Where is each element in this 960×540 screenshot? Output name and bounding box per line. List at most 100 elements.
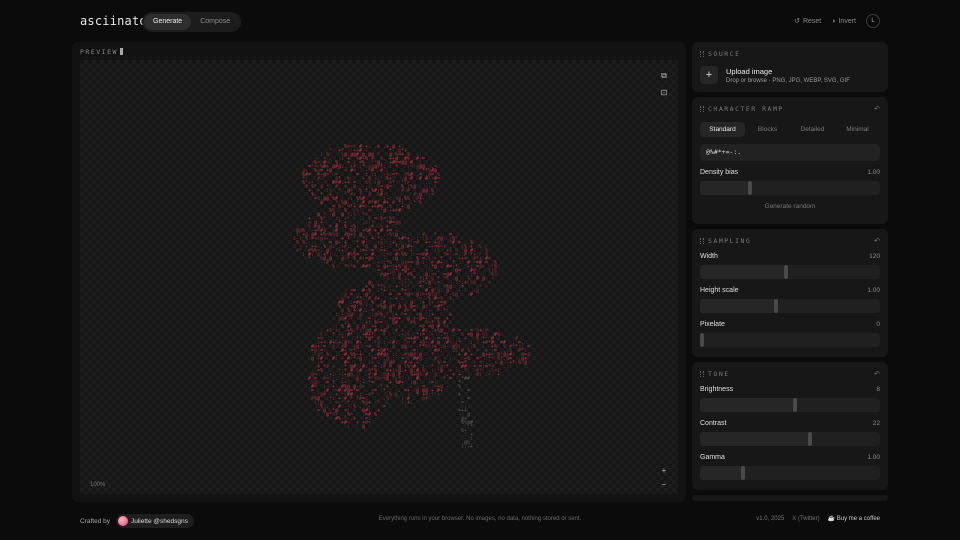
slider-thumb[interactable] <box>807 432 812 446</box>
svg-text:@: @ <box>470 332 473 338</box>
svg-text:#: # <box>407 188 410 194</box>
height-row: Height scale 1.00 <box>700 287 880 294</box>
preview-canvas[interactable]: % + =: # +.. +. + - @ + * + * + + # - * - @ * +:%% @: @ @ # @ @ @ * @%… <box>80 60 678 494</box>
svg-text::: : <box>395 352 398 358</box>
drag-handle-icon[interactable] <box>700 238 704 244</box>
reset-section-icon[interactable]: ↶ <box>874 370 880 378</box>
generate-random-button[interactable]: Generate random <box>700 203 880 210</box>
svg-text:*: * <box>350 332 353 338</box>
twitter-link[interactable]: X (Twitter) <box>792 516 819 522</box>
svg-text:#: # <box>467 376 470 382</box>
user-avatar[interactable]: L <box>866 14 880 28</box>
svg-text:=: = <box>368 420 371 426</box>
invert-button[interactable]: ◑ Invert <box>831 18 856 25</box>
svg-text:@: @ <box>398 220 401 226</box>
svg-text:@: @ <box>455 292 458 298</box>
svg-text:=: = <box>476 348 479 354</box>
svg-text::: : <box>479 372 482 378</box>
slider-thumb[interactable] <box>741 466 746 480</box>
svg-text:*: * <box>347 256 350 262</box>
svg-text:=: = <box>431 192 434 198</box>
svg-text:+: + <box>449 312 452 318</box>
svg-text:@: @ <box>368 192 371 198</box>
brightness-label: Brightness <box>700 386 734 393</box>
drag-handle-icon[interactable] <box>700 106 704 112</box>
density-row: Density bias 1.00 <box>700 169 880 176</box>
width-row: Width 120 <box>700 253 880 260</box>
invert-icon: ◑ <box>831 17 836 25</box>
tab-standard[interactable]: Standard <box>700 122 745 137</box>
svg-text:.: . <box>347 244 350 250</box>
gamma-slider[interactable] <box>700 466 880 480</box>
svg-text:+: + <box>389 296 392 302</box>
width-value: 120 <box>869 253 880 260</box>
reset-icon: ↺ <box>794 18 800 25</box>
svg-text:#: # <box>452 240 455 246</box>
reset-button[interactable]: ↺ Reset <box>794 17 821 26</box>
svg-text:=: = <box>527 344 530 350</box>
svg-text:-: - <box>410 280 413 286</box>
width-label: Width <box>700 253 718 260</box>
svg-text:-: - <box>329 348 332 354</box>
svg-text:%: % <box>371 284 374 290</box>
brightness-slider[interactable] <box>700 398 880 412</box>
download-icon[interactable]: ⊡ <box>658 86 670 98</box>
svg-text:@: @ <box>392 344 395 350</box>
svg-text:.: . <box>338 260 341 266</box>
slider-thumb[interactable] <box>784 265 789 279</box>
tab-minimal[interactable]: Minimal <box>835 122 880 137</box>
svg-text:%: % <box>320 368 323 374</box>
svg-text:-: - <box>371 208 374 214</box>
svg-text:%: % <box>404 252 407 258</box>
pixelate-slider[interactable] <box>700 333 880 347</box>
svg-text:=: = <box>371 380 374 386</box>
svg-text:=: = <box>407 308 410 314</box>
slider-thumb[interactable] <box>773 299 778 313</box>
reset-section-icon[interactable]: ↶ <box>874 105 880 113</box>
svg-text::: : <box>437 352 440 358</box>
mode-generate[interactable]: Generate <box>144 14 192 30</box>
svg-text::: : <box>311 252 314 258</box>
zoom-in-button[interactable]: + <box>658 464 670 476</box>
coffee-link[interactable]: ☕ Buy me a coffee <box>828 515 880 522</box>
slider-thumb[interactable] <box>793 398 798 412</box>
density-slider[interactable] <box>700 181 880 195</box>
width-slider[interactable] <box>700 265 880 279</box>
height-slider[interactable] <box>700 299 880 313</box>
svg-text:@: @ <box>386 324 389 330</box>
svg-text:@: @ <box>413 184 416 190</box>
svg-text:=: = <box>467 388 470 394</box>
copy-icon[interactable]: ⧉ <box>658 70 670 82</box>
svg-text:-: - <box>329 172 332 178</box>
preview-title: PREVIEW <box>80 48 123 56</box>
svg-text:=: = <box>488 372 491 378</box>
svg-text:=: = <box>389 184 392 190</box>
svg-text::: : <box>449 320 452 326</box>
slider-thumb[interactable] <box>748 181 753 195</box>
svg-text:#: # <box>398 208 401 214</box>
slider-thumb[interactable] <box>700 333 704 347</box>
svg-text:#: # <box>476 276 479 282</box>
ramp-title: CHARACTER RAMP <box>700 105 880 113</box>
upload-dropzone[interactable]: + Upload image Drop or browse · PNG, JPG… <box>700 66 880 84</box>
svg-text:.: . <box>374 252 377 258</box>
svg-text:=: = <box>314 384 317 390</box>
svg-text:+: + <box>488 280 491 286</box>
contrast-slider[interactable] <box>700 432 880 446</box>
drag-handle-icon[interactable] <box>700 371 704 377</box>
svg-text:.: . <box>335 252 338 258</box>
drag-handle-icon[interactable] <box>700 51 704 57</box>
mode-compose[interactable]: Compose <box>191 14 239 30</box>
reset-section-icon[interactable]: ↶ <box>874 237 880 245</box>
svg-text:=: = <box>371 256 374 262</box>
zoom-out-button[interactable]: − <box>658 478 670 490</box>
tab-detailed[interactable]: Detailed <box>790 122 835 137</box>
svg-text:%: % <box>341 324 344 330</box>
svg-text:*: * <box>470 424 473 430</box>
tone-title: TONE <box>700 370 880 378</box>
svg-text:=: = <box>356 172 359 178</box>
ramp-input[interactable]: @%#*+=-:. <box>700 144 880 161</box>
plus-icon[interactable]: + <box>700 66 718 84</box>
tab-blocks[interactable]: Blocks <box>745 122 790 137</box>
coffee-icon: ☕ <box>827 516 837 522</box>
